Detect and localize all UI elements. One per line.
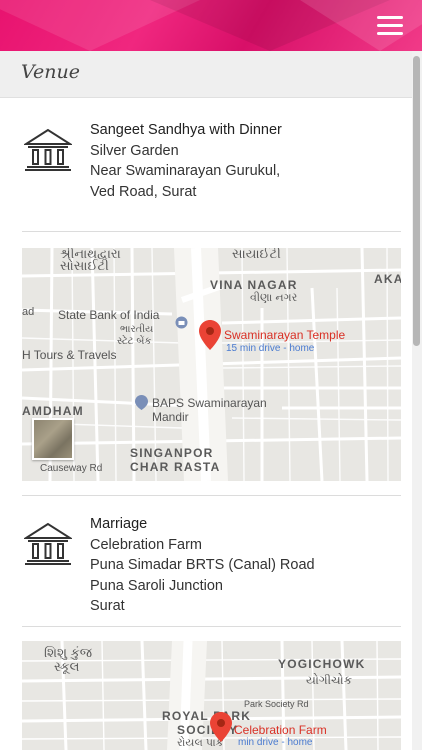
map-label: Mandir xyxy=(152,410,189,424)
venue-address-line: Ved Road, Surat xyxy=(90,183,197,200)
map-drive-info: min drive - home xyxy=(238,737,313,748)
venue-address-line: Surat xyxy=(90,598,125,614)
venue-address-line: Puna Simadar BRTS (Canal) Road xyxy=(90,557,315,573)
map-label: CHAR RASTA xyxy=(130,460,221,474)
divider xyxy=(22,626,401,627)
map-label: H Tours & Travels xyxy=(22,348,117,362)
venue-map[interactable]: શિશુ કુંજ સ્કૂલ YOGICHOWK યોગીચોક Park S… xyxy=(22,641,401,750)
venue-card: Sangeet Sandhya with Dinner Silver Garde… xyxy=(22,120,401,220)
map-label: Causeway Rd xyxy=(40,463,103,474)
divider xyxy=(22,495,401,496)
map-label: Park Society Rd xyxy=(244,699,309,709)
venue-address-line: Puna Saroli Junction xyxy=(90,577,223,594)
map-label: AMDHAM xyxy=(22,404,84,418)
map-label: YOGICHOWK xyxy=(278,657,366,671)
scrollbar-thumb[interactable] xyxy=(413,56,420,346)
map-label: યોગીચોક xyxy=(306,673,353,687)
venue-details: Sangeet Sandhya with Dinner Silver Garde… xyxy=(90,120,282,202)
place-of-worship-icon xyxy=(135,395,148,410)
divider xyxy=(22,231,401,232)
event-name: Sangeet Sandhya with Dinner xyxy=(90,122,282,138)
map-label: ભારતીય xyxy=(120,324,154,335)
map-pin-icon[interactable] xyxy=(210,712,232,742)
map-label: State Bank of India xyxy=(58,308,160,322)
header-decoration xyxy=(300,0,422,51)
venue-map[interactable]: શ્રીનાથદ્વારા સોસાઈટી સાયાઈટી VINA NAGAR… xyxy=(22,248,401,481)
venue-details: Marriage Celebration Farm Puna Simadar B… xyxy=(90,514,315,617)
venue-name: Silver Garden xyxy=(90,142,179,159)
map-drive-info: 15 min drive - home xyxy=(226,343,315,354)
map-label: ad xyxy=(22,306,35,318)
venue-name: Celebration Farm xyxy=(90,536,203,553)
section-header: Venue xyxy=(0,51,412,98)
map-label: વીણા નગર xyxy=(250,292,298,304)
temple-building-icon xyxy=(24,128,72,171)
map-label: AKA xyxy=(374,272,401,286)
venue-card: Marriage Celebration Farm Puna Simadar B… xyxy=(22,514,401,619)
temple-building-icon xyxy=(24,522,72,565)
map-pin-icon[interactable] xyxy=(199,320,221,350)
map-label: સાયાઈટી xyxy=(232,248,281,261)
bank-icon xyxy=(175,316,188,329)
venue-address-line: Near Swaminarayan Gurukul, xyxy=(90,163,281,179)
map-label: SINGANPOR xyxy=(130,446,214,460)
satellite-toggle[interactable] xyxy=(32,418,74,460)
app-header xyxy=(0,0,422,51)
section-title: Venue xyxy=(21,61,80,83)
map-label: સોસાઈટી xyxy=(60,258,109,273)
map-label: ROYAL PARK xyxy=(162,709,252,723)
map-label: સ્ટેટ બેંક xyxy=(117,336,152,347)
map-place-name[interactable]: Celebration Farm xyxy=(234,723,327,737)
map-label: BAPS Swaminarayan xyxy=(152,396,267,410)
event-name: Marriage xyxy=(90,516,148,532)
map-label: સ્કૂલ xyxy=(54,659,80,674)
hamburger-menu-icon[interactable] xyxy=(377,16,403,36)
map-label: VINA NAGAR xyxy=(210,278,298,292)
map-place-name[interactable]: Swaminarayan Temple xyxy=(224,328,345,342)
